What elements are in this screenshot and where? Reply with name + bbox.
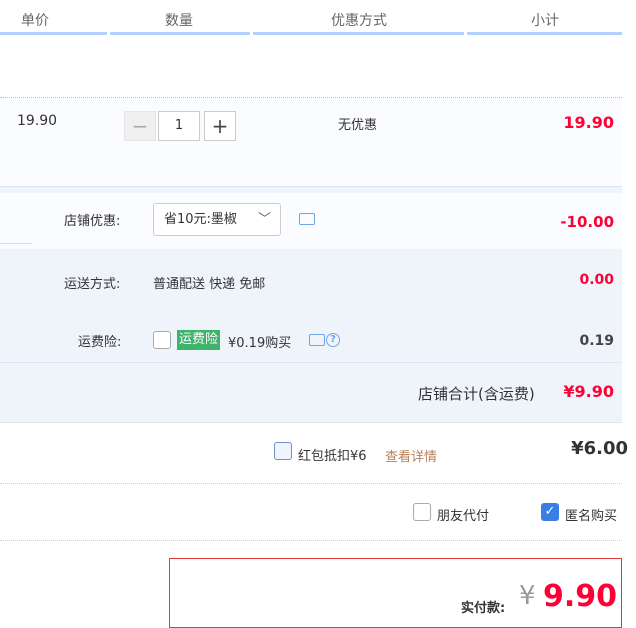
shipping-value: 0.00 (579, 272, 614, 288)
shop-coupon-label: 店铺优惠: (64, 214, 121, 229)
shop-coupon-select[interactable]: 省10元:墨椒 ﹀ (153, 203, 281, 236)
anonymous-label: 匿名购买 (565, 509, 618, 524)
redpacket-checkbox[interactable] (274, 442, 292, 460)
discount-method: 无优惠 (338, 118, 378, 133)
shop-total-label: 店铺合计(含运费) (418, 385, 535, 403)
shop-section: 店铺优惠: 省10元:墨椒 ﹀ -10.00 运送方式: 普通配送 快递 免邮 … (0, 186, 622, 423)
payment-currency: ¥ (519, 581, 536, 611)
increase-quantity-button[interactable]: + (204, 111, 236, 141)
header-col-qty: 数量 (165, 13, 193, 29)
message-icon[interactable] (309, 334, 325, 346)
anonymous-checkbox[interactable]: ✓ (541, 503, 559, 521)
payment-summary: 实付款: ¥ 9.90 (169, 558, 622, 628)
decrease-quantity-button[interactable]: − (124, 111, 156, 141)
item-row: 19.90 − 1 + 无优惠 19.90 (0, 97, 622, 187)
insurance-price: ¥0.19购买 (228, 336, 292, 351)
redpacket-label: 红包抵扣¥6 (298, 449, 367, 464)
header-underline (110, 32, 250, 35)
shipping-method: 普通配送 快递 免邮 (153, 277, 266, 292)
friend-pay-label: 朋友代付 (437, 509, 490, 524)
shop-coupon-selected: 省10元:墨椒 (164, 212, 237, 227)
help-icon[interactable]: ? (326, 333, 340, 347)
redpacket-details-link[interactable]: 查看详情 (385, 446, 437, 465)
payment-amount: 9.90 (543, 579, 618, 614)
insurance-checkbox[interactable] (153, 331, 171, 349)
quantity-input[interactable]: 1 (158, 111, 200, 141)
payment-label: 实付款: (461, 601, 506, 616)
insurance-badge: 运费险 (177, 330, 221, 350)
message-icon[interactable] (299, 213, 315, 225)
unit-price: 19.90 (17, 113, 58, 129)
header-col-price: 单价 (21, 13, 49, 29)
shipping-label: 运送方式: (64, 277, 121, 292)
redpacket-value: ¥6.00 (571, 438, 628, 459)
header-col-discount: 优惠方式 (331, 13, 387, 29)
header-underline (467, 32, 622, 35)
insurance-label: 运费险: (78, 335, 122, 350)
item-subtotal: 19.90 (563, 113, 614, 132)
header-col-subtotal: 小计 (531, 13, 559, 29)
shop-total-value: ¥9.90 (563, 382, 614, 401)
chevron-down-icon: ﹀ (257, 212, 271, 227)
friend-pay-checkbox[interactable] (413, 503, 431, 521)
header-underline (0, 32, 107, 35)
insurance-value: 0.19 (579, 333, 614, 349)
header-underline (253, 32, 464, 35)
shop-coupon-value: -10.00 (560, 213, 614, 231)
